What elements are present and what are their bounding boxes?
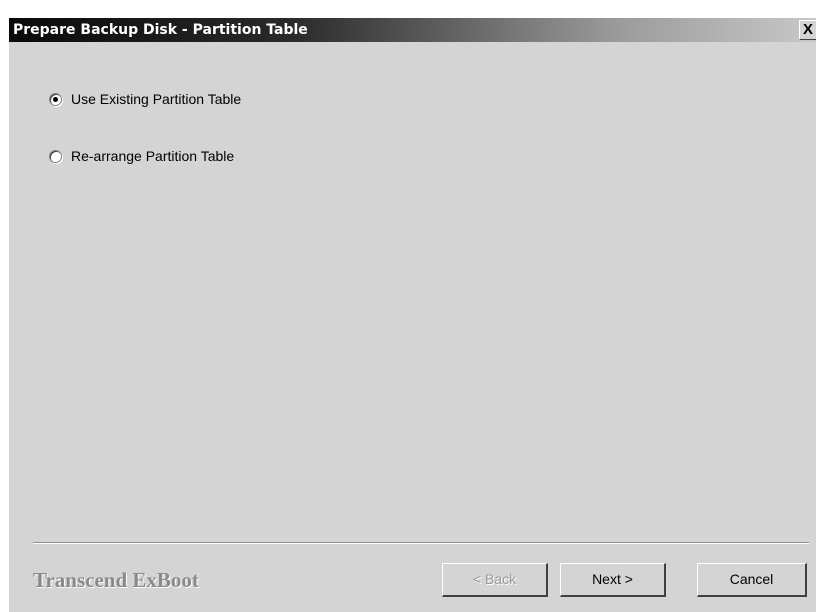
option-label: Re-arrange Partition Table [71, 148, 235, 164]
option-label: Use Existing Partition Table [71, 91, 242, 107]
radio-button-unselected[interactable] [49, 149, 62, 163]
dialog-window: Prepare Backup Disk - Partition Table X … [8, 18, 816, 612]
radio-button-selected[interactable] [49, 92, 62, 106]
close-button[interactable]: X [799, 20, 816, 40]
brand-label: Transcend ExBoot [33, 568, 199, 592]
back-button[interactable]: < Back [442, 563, 548, 597]
option-use-existing-partition-table[interactable]: Use Existing Partition Table [49, 88, 241, 110]
title-bar: Prepare Backup Disk - Partition Table X [9, 18, 816, 42]
cancel-button[interactable]: Cancel [697, 563, 807, 597]
dialog-title: Prepare Backup Disk - Partition Table [13, 22, 308, 38]
footer-divider [33, 542, 809, 544]
next-button[interactable]: Next > [560, 563, 666, 597]
option-rearrange-partition-table[interactable]: Re-arrange Partition Table [49, 145, 234, 167]
